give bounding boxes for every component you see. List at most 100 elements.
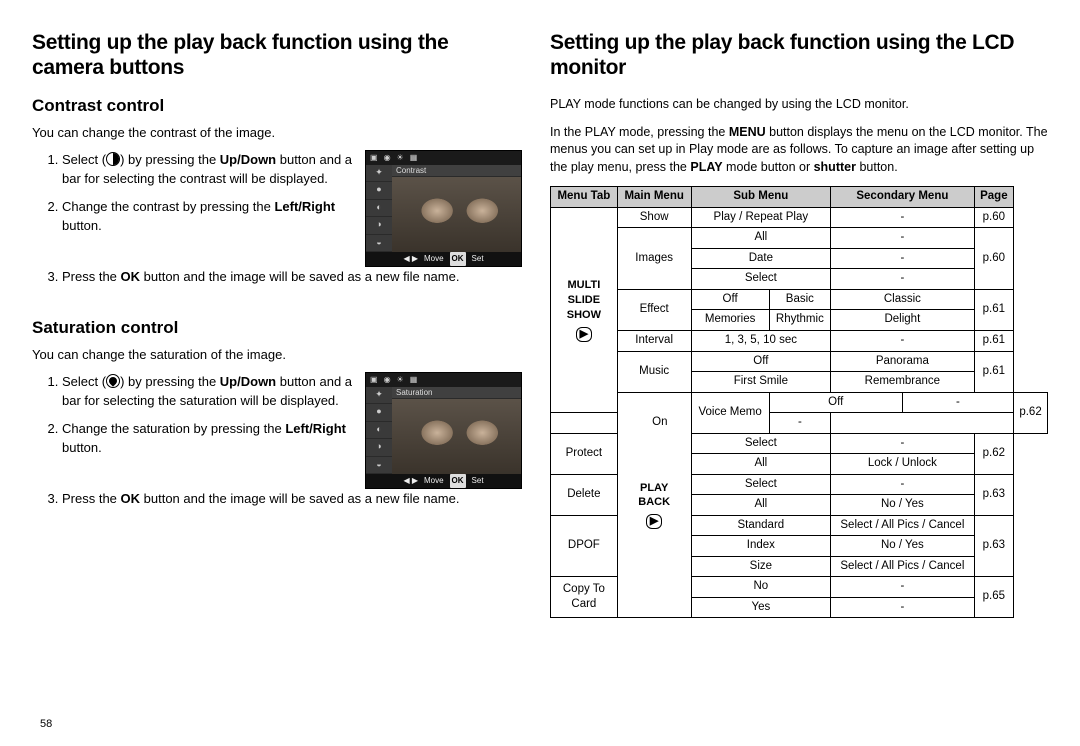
tab-multi-slide-show: MULTI SLIDE SHOW ▶ [551, 207, 618, 412]
cell: Copy To Card [551, 577, 618, 618]
cell: Off [691, 351, 831, 372]
cell: - [831, 330, 975, 351]
table-row: Effect Off Basic Classic p.61 [551, 289, 1048, 310]
cell: Off [769, 392, 902, 413]
cell: Panorama [831, 351, 975, 372]
cell: Lock / Unlock [831, 454, 975, 475]
cell: DPOF [551, 515, 618, 577]
cell: Select [691, 269, 831, 290]
cell: - [831, 597, 975, 618]
cell: Interval [617, 330, 691, 351]
saturation-row: Select () by pressing the Up/Down button… [32, 372, 522, 489]
right-intro-1: PLAY mode functions can be changed by us… [550, 96, 1048, 114]
th-secondary: Secondary Menu [831, 187, 975, 208]
cell: All [691, 495, 831, 516]
table-row: Music Off Panorama p.61 [551, 351, 1048, 372]
cell: Size [691, 556, 831, 577]
cell: No / Yes [831, 536, 975, 557]
table-header-row: Menu Tab Main Menu Sub Menu Secondary Me… [551, 187, 1048, 208]
contrast-icon [106, 152, 120, 166]
cell: - [769, 413, 830, 434]
cell: Basic [769, 289, 830, 310]
th-tab: Menu Tab [551, 187, 618, 208]
cell: p.63 [974, 515, 1013, 577]
cell: Off [691, 289, 769, 310]
saturation-icon [106, 374, 120, 388]
cell: No / Yes [831, 495, 975, 516]
th-main: Main Menu [617, 187, 691, 208]
cell: p.62 [1014, 392, 1048, 433]
cell: Select [691, 433, 831, 454]
table-row: MULTI SLIDE SHOW ▶ Show Play / Repeat Pl… [551, 207, 1048, 228]
cell: Delight [831, 310, 975, 331]
saturation-step-1: Select () by pressing the Up/Down button… [62, 372, 355, 411]
cell: p.65 [974, 577, 1013, 618]
cell: Play / Repeat Play [691, 207, 831, 228]
cell: Date [691, 248, 831, 269]
saturation-heading: Saturation control [32, 318, 522, 338]
contrast-intro: You can change the contrast of the image… [32, 124, 522, 142]
cell: p.63 [974, 474, 1013, 515]
contrast-step-3: Press the OK button and the image will b… [62, 267, 522, 287]
cell: Select / All Pics / Cancel [831, 556, 975, 577]
cell: p.60 [974, 228, 1013, 290]
saturation-thumb-image [392, 399, 521, 474]
cell: - [831, 269, 975, 290]
saturation-steps: Select () by pressing the Up/Down button… [32, 372, 355, 466]
saturation-thumbnail: ▣◉☀▦ ✦●◐◑◒ Saturation ◀ ▶ Move OK Set [365, 372, 522, 489]
right-column: Setting up the play back function using … [550, 30, 1048, 736]
left-column: Setting up the play back function using … [32, 30, 522, 736]
cell: All [691, 454, 831, 475]
saturation-thumb-label: Saturation [392, 387, 521, 398]
contrast-step-1: Select () by pressing the Up/Down button… [62, 150, 355, 189]
cell: Images [617, 228, 691, 290]
cell: No [691, 577, 831, 598]
saturation-intro: You can change the saturation of the ima… [32, 346, 522, 364]
cell: All [691, 228, 831, 249]
cell: Classic [831, 289, 975, 310]
table-row: Images All - p.60 [551, 228, 1048, 249]
th-sub: Sub Menu [691, 187, 831, 208]
cell: p.62 [974, 433, 1013, 474]
cell: p.61 [974, 330, 1013, 351]
cell: p.61 [974, 351, 1013, 392]
table-row: Interval 1, 3, 5, 10 sec - p.61 [551, 330, 1048, 351]
right-title: Setting up the play back function using … [550, 30, 1048, 80]
play-back-icon: ▶ [646, 514, 662, 529]
table-row: PLAY BACK ▶ Voice Memo Off - p.62 [551, 392, 1048, 413]
cell: 1, 3, 5, 10 sec [691, 330, 831, 351]
cell: - [831, 474, 975, 495]
cell: Music [617, 351, 691, 392]
cell: Standard [691, 515, 831, 536]
cell: p.61 [974, 289, 1013, 330]
contrast-steps-cont: Press the OK button and the image will b… [32, 267, 522, 287]
menu-table: Menu Tab Main Menu Sub Menu Secondary Me… [550, 186, 1048, 618]
cell: p.60 [974, 207, 1013, 228]
contrast-steps: Select () by pressing the Up/Down button… [32, 150, 355, 244]
contrast-thumbnail: ▣◉☀▦ ✦●◐◑◒ Contrast ◀ ▶ Move OK Set [365, 150, 522, 267]
cell: First Smile [691, 372, 831, 393]
cell: Memories [691, 310, 769, 331]
contrast-step-2: Change the contrast by pressing the Left… [62, 197, 355, 236]
cell: Index [691, 536, 831, 557]
cell: - [902, 392, 1013, 413]
contrast-thumb-image [392, 177, 521, 252]
saturation-step-2: Change the saturation by pressing the Le… [62, 419, 355, 458]
cell: Select / All Pics / Cancel [831, 515, 975, 536]
cell: - [831, 207, 975, 228]
cell: Delete [551, 474, 618, 515]
cell: Rhythmic [769, 310, 830, 331]
saturation-step-3: Press the OK button and the image will b… [62, 489, 522, 509]
table-row: On - [551, 413, 1048, 434]
left-title: Setting up the play back function using … [32, 30, 522, 80]
cell: Protect [551, 433, 618, 474]
contrast-heading: Contrast control [32, 96, 522, 116]
page-number: 58 [40, 718, 52, 730]
saturation-steps-cont: Press the OK button and the image will b… [32, 489, 522, 509]
cell: Select [691, 474, 831, 495]
cell: Effect [617, 289, 691, 330]
cell: - [831, 433, 975, 454]
cell: Remembrance [831, 372, 975, 393]
cell: Show [617, 207, 691, 228]
right-intro-2: In the PLAY mode, pressing the MENU butt… [550, 124, 1048, 177]
